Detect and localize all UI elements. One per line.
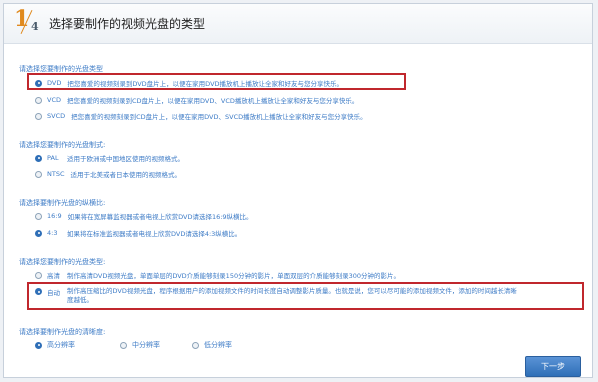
option-desc: 如果将在宽屏幕监视器或者电视上欣赏DVD请选择16:9纵横比。 bbox=[67, 213, 253, 221]
radio-16-9[interactable] bbox=[35, 212, 42, 220]
quality-section-title: 请选择您要制作的光盘类型: bbox=[19, 258, 106, 266]
wizard-header: 1 4 选择要制作的视频光盘的类型 bbox=[4, 4, 592, 44]
aspect-option-4-3[interactable]: 4:3 如果将在标准监视器或者电视上欣赏DVD请选择4:3纵横比。 bbox=[35, 228, 241, 238]
format-option-pal[interactable]: PAL 适用于欧洲或中国地区使用的视频格式。 bbox=[35, 153, 184, 163]
option-label: SVCD bbox=[47, 112, 66, 120]
option-desc: 适用于北美或者日本使用的视频格式。 bbox=[70, 171, 182, 179]
radio-pal[interactable] bbox=[35, 154, 42, 162]
step-total: 4 bbox=[31, 20, 39, 33]
radio-low[interactable] bbox=[192, 341, 199, 349]
radio-hd[interactable] bbox=[35, 271, 42, 279]
aspect-option-16-9[interactable]: 16:9 如果将在宽屏幕监视器或者电视上欣赏DVD请选择16:9纵横比。 bbox=[35, 211, 253, 221]
clarity-option-low[interactable]: 低分辨率 bbox=[192, 340, 232, 350]
option-label: VCD bbox=[47, 96, 61, 104]
option-desc: 适用于欧洲或中国地区使用的视频格式。 bbox=[67, 155, 184, 163]
option-label: 高分辨率 bbox=[47, 341, 75, 349]
option-desc: 制作高清DVD视频光盘，单面单层的DVD介质能够刻录150分钟的影片，单面双层的… bbox=[67, 272, 400, 280]
option-label: 低分辨率 bbox=[204, 341, 232, 349]
radio-ntsc[interactable] bbox=[35, 170, 42, 178]
dvd-highlight-box bbox=[27, 73, 406, 90]
option-label: 高清 bbox=[47, 272, 60, 280]
radio-medium[interactable] bbox=[120, 341, 127, 349]
page-title: 选择要制作的视频光盘的类型 bbox=[49, 17, 206, 31]
next-button[interactable]: 下一步 bbox=[525, 356, 581, 377]
radio-4-3[interactable] bbox=[35, 229, 42, 237]
auto-highlight-box bbox=[27, 282, 584, 310]
radio-high[interactable] bbox=[35, 341, 42, 349]
option-desc: 把您喜爱的视频刻录到CD盘片上，以便在家用DVD、SVCD播放机上播放让全家和好… bbox=[71, 113, 367, 121]
radio-vcd[interactable] bbox=[35, 96, 42, 104]
option-desc: 如果将在标准监视器或者电视上欣赏DVD请选择4:3纵横比。 bbox=[67, 230, 242, 238]
clarity-section-title: 请选择要制作光盘的清晰度: bbox=[19, 328, 106, 336]
clarity-option-medium[interactable]: 中分辨率 bbox=[120, 340, 160, 350]
option-label: 中分辨率 bbox=[132, 341, 160, 349]
option-desc: 把您喜爱的视频刻录到CD盘片上，以便在家用DVD、VCD播放机上播放让全家和好友… bbox=[67, 97, 359, 105]
format-section-title: 请选择您要制作的光盘制式: bbox=[19, 141, 106, 149]
format-option-ntsc[interactable]: NTSC 适用于北美或者日本使用的视频格式。 bbox=[35, 169, 181, 179]
wizard-panel: 1 4 选择要制作的视频光盘的类型 请选择您要制作的光盘类型 DVD 把您喜爱的… bbox=[3, 3, 593, 378]
disc-type-option-svcd[interactable]: SVCD 把您喜爱的视频刻录到CD盘片上，以便在家用DVD、SVCD播放机上播放… bbox=[35, 111, 367, 121]
option-label: PAL bbox=[47, 154, 59, 162]
aspect-section-title: 请选择要制作光盘的纵横比: bbox=[19, 199, 106, 207]
option-label: NTSC bbox=[47, 170, 65, 178]
radio-svcd[interactable] bbox=[35, 112, 42, 120]
clarity-option-high[interactable]: 高分辨率 bbox=[35, 340, 75, 350]
option-label: 16:9 bbox=[47, 212, 62, 220]
disc-type-option-vcd[interactable]: VCD 把您喜爱的视频刻录到CD盘片上，以便在家用DVD、VCD播放机上播放让全… bbox=[35, 95, 358, 105]
quality-option-hd[interactable]: 高清 制作高清DVD视频光盘，单面单层的DVD介质能够刻录150分钟的影片，单面… bbox=[35, 270, 400, 280]
option-label: 4:3 bbox=[47, 229, 58, 237]
